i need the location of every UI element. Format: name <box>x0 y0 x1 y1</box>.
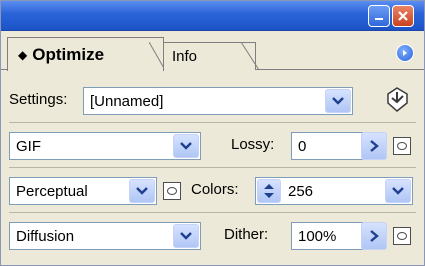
chevron-down-icon <box>392 187 404 195</box>
lossy-mask-button[interactable] <box>393 137 411 155</box>
lossy-label: Lossy: <box>231 136 275 153</box>
tab-optimize-label: Optimize <box>32 44 105 64</box>
palette-dropdown-button[interactable] <box>129 179 155 203</box>
dither-row: Diffusion Dither: 100% <box>9 216 416 256</box>
dither-label: Dither: <box>224 226 269 243</box>
lossy-slider-button[interactable] <box>361 132 387 160</box>
optimize-to-size-icon <box>387 87 408 112</box>
lossy-value: 0 <box>298 137 307 155</box>
mask-icon <box>167 187 177 195</box>
format-dropdown[interactable]: GIF <box>9 132 201 160</box>
section-divider <box>9 122 416 123</box>
palette-mask-button[interactable] <box>163 182 181 200</box>
dither-value: 100% <box>298 227 337 245</box>
right-arrow-circle-icon <box>403 50 407 56</box>
palette-value: Perceptual <box>16 182 88 200</box>
dither-method-value: Diffusion <box>16 227 75 245</box>
tab-strip: ◆ Optimize Info <box>1 32 424 71</box>
dither-input[interactable]: 100% <box>291 222 363 250</box>
colors-value: 256 <box>288 182 314 200</box>
section-divider <box>9 212 416 213</box>
up-down-arrows-icon <box>264 184 274 198</box>
chevron-down-icon <box>136 187 148 195</box>
right-arrow-icon <box>370 140 379 152</box>
panel-menu-button[interactable] <box>396 44 414 62</box>
close-button[interactable] <box>392 5 414 27</box>
lossy-input[interactable]: 0 <box>291 132 363 160</box>
colors-input[interactable]: 256 <box>255 177 413 205</box>
format-row: GIF Lossy: 0 <box>9 126 416 166</box>
dither-slider-button[interactable] <box>361 222 387 250</box>
dither-method-dropdown[interactable]: Diffusion <box>9 222 201 250</box>
settings-dropdown-button[interactable] <box>325 89 351 113</box>
palette-row: Perceptual Colors: 256 <box>9 171 416 211</box>
section-divider <box>9 167 416 168</box>
panel-title-bar[interactable] <box>1 1 424 31</box>
chevron-down-icon <box>332 97 344 105</box>
palette-dropdown[interactable]: Perceptual <box>9 177 157 205</box>
up-down-arrows-icon: ◆ <box>18 47 28 62</box>
settings-dropdown[interactable]: [Unnamed] <box>83 87 353 115</box>
colors-dropdown-button[interactable] <box>385 179 411 203</box>
optimize-menu-button[interactable] <box>383 85 413 115</box>
colors-stepper[interactable] <box>257 179 281 203</box>
mask-icon <box>397 142 407 150</box>
colors-label: Colors: <box>191 181 239 198</box>
tab-optimize[interactable]: ◆ Optimize <box>7 37 164 71</box>
dither-mask-button[interactable] <box>393 227 411 245</box>
optimize-panel: ◆ Optimize Info Settings: [Unnamed] GIF … <box>0 0 425 266</box>
format-value: GIF <box>16 137 41 155</box>
chevron-down-icon <box>180 232 192 240</box>
tab-info-label: Info <box>172 48 198 65</box>
settings-value: [Unnamed] <box>90 92 164 110</box>
dither-method-dropdown-button[interactable] <box>173 224 199 248</box>
chevron-down-icon <box>180 142 192 150</box>
minimize-button[interactable] <box>368 5 390 27</box>
close-icon <box>398 11 408 21</box>
mask-icon <box>397 232 407 240</box>
right-arrow-icon <box>370 230 379 242</box>
format-dropdown-button[interactable] <box>173 134 199 158</box>
settings-label: Settings: <box>9 91 68 108</box>
settings-row: Settings: [Unnamed] <box>9 81 416 121</box>
tab-edge <box>241 42 260 70</box>
minimize-icon <box>375 18 383 20</box>
